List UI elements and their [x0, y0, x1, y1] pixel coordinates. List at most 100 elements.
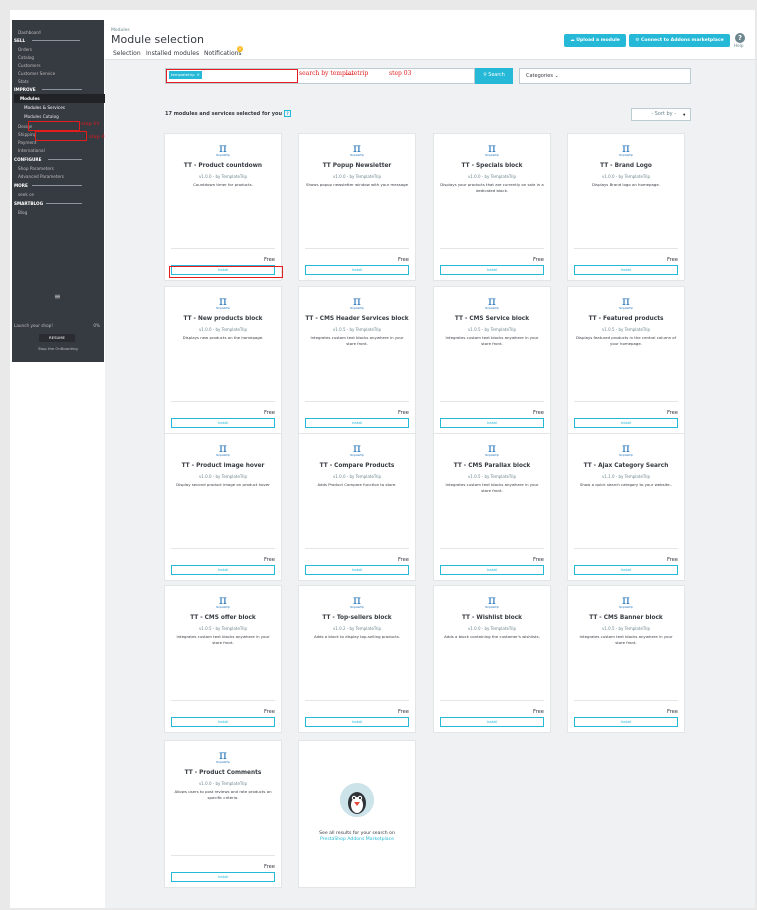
templatetrip-logo-text: TemplateTrip — [216, 154, 230, 157]
module-title[interactable]: TT - CMS Header Services block — [299, 316, 415, 322]
module-card[interactable]: π TemplateTrip TT - Wishlist block v1.0.0 -… — [433, 585, 551, 733]
module-card[interactable]: π TemplateTrip TT - Specials block v1.0.0 -… — [433, 133, 551, 281]
module-card[interactable]: π TemplateTrip TT - Product Comments v1.0.0… — [164, 740, 282, 888]
sidebar-item-customer-service[interactable]: Customer Service — [18, 70, 55, 77]
addons-text: See all results for your search on Prest… — [305, 831, 409, 843]
resume-button[interactable]: RESUME — [39, 334, 75, 342]
modules-count-label: 17 modules and services selected for you — [165, 111, 283, 117]
module-title[interactable]: TT - Featured products — [568, 316, 684, 322]
module-card[interactable]: π TemplateTrip TT - Compare Products v1.0.0… — [298, 433, 416, 581]
sidebar-item-blog[interactable]: Blog — [18, 209, 27, 216]
install-button[interactable]: Install — [574, 265, 678, 275]
module-card[interactable]: π TemplateTrip TT - Featured products v1.0.… — [567, 286, 685, 434]
stop-onboarding-link[interactable]: Stop the OnBoarding — [12, 346, 104, 351]
module-description: Integrates custom text blocks anywhere i… — [445, 335, 539, 346]
sidebar-item-shop-parameters[interactable]: Shop Parameters — [18, 165, 54, 172]
categories-select[interactable]: Categories ⌄ — [519, 68, 691, 84]
module-title[interactable]: TT - New products block — [165, 316, 281, 322]
help-label[interactable]: Help — [734, 43, 744, 48]
install-button[interactable]: Install — [440, 265, 544, 275]
install-button[interactable]: Install — [171, 717, 275, 727]
module-card[interactable]: π TemplateTrip TT - CMS Banner block v1.0.5… — [567, 585, 685, 733]
install-button[interactable]: Install — [305, 265, 409, 275]
module-card[interactable]: π TemplateTrip TT - CMS offer block v1.0.5 … — [164, 585, 282, 733]
install-button[interactable]: Install — [574, 565, 678, 575]
install-button[interactable]: Install — [440, 717, 544, 727]
module-title[interactable]: TT - Specials block — [434, 163, 550, 169]
sidebar-item-shipping[interactable]: Shipping — [18, 131, 36, 138]
module-title[interactable]: TT - CMS Parallax block — [434, 463, 550, 469]
module-card[interactable]: π TemplateTrip TT - CMS Parallax block v1.0… — [433, 433, 551, 581]
search-button[interactable]: ⚲ Search — [475, 68, 513, 84]
templatetrip-logo-icon: π — [219, 593, 227, 607]
module-title[interactable]: TT - Top-sellers block — [299, 615, 415, 621]
sidebar-item-payment[interactable]: Payment — [18, 139, 36, 146]
module-title[interactable]: TT - Product image hover — [165, 463, 281, 469]
install-button[interactable]: Install — [305, 565, 409, 575]
module-card[interactable]: π TemplateTrip TT - New products block v1.0… — [164, 286, 282, 434]
install-button[interactable]: Install — [171, 872, 275, 882]
module-description: Integrates custom text blocks anywhere i… — [445, 482, 539, 493]
install-button[interactable]: Install — [574, 418, 678, 428]
sidebar-item-seek[interactable]: seek ce — [18, 191, 34, 198]
module-version: v1.0.0 - by TemplateTrip — [198, 327, 248, 332]
sort-select[interactable]: - Sort by - ♦ — [631, 108, 691, 121]
templatetrip-logo-text: TemplateTrip — [485, 154, 499, 157]
install-button[interactable]: Install — [171, 565, 275, 575]
module-title[interactable]: TT - Brand Logo — [568, 163, 684, 169]
help-icon[interactable]: ? — [735, 33, 745, 43]
frame-top — [0, 0, 757, 10]
install-button[interactable]: Install — [574, 717, 678, 727]
module-title[interactable]: TT - Product countdown — [165, 163, 281, 169]
module-title[interactable]: TT - Wishlist block — [434, 615, 550, 621]
sidebar-item-catalog[interactable]: Catalog — [18, 54, 34, 61]
tab-installed-modules[interactable]: Installed modules — [146, 48, 199, 59]
sidebar-item-stats[interactable]: Stats — [18, 78, 29, 85]
module-title[interactable]: TT - CMS offer block — [165, 615, 281, 621]
sidebar-item-advanced-parameters[interactable]: Advanced Parameters — [18, 173, 64, 180]
templatetrip-logo-text: TemplateTrip — [216, 307, 230, 310]
sidebar-item-orders[interactable]: Orders — [18, 46, 32, 53]
sidebar-item-dashboard[interactable]: Dashboard — [18, 29, 41, 36]
module-title[interactable]: TT - Ajax Category Search — [568, 463, 684, 469]
module-title[interactable]: TT - Product Comments — [165, 770, 281, 776]
module-title[interactable]: TT Popup Newsletter — [299, 163, 415, 169]
module-title[interactable]: TT - Compare Products — [299, 463, 415, 469]
install-button[interactable]: Install — [440, 418, 544, 428]
install-button[interactable]: Install — [305, 418, 409, 428]
module-card[interactable]: π TemplateTrip TT - Ajax Category Search v1… — [567, 433, 685, 581]
module-card[interactable]: π TemplateTrip TT - CMS Service block v1.0.… — [433, 286, 551, 434]
sidebar-item-modules-services[interactable]: Modules & Services — [24, 104, 65, 111]
sidebar-item-international[interactable]: International — [18, 147, 45, 154]
connect-addons-button[interactable]: ⚙ Connect to Addons marketplace — [629, 34, 730, 47]
menu-collapse-icon[interactable]: ≡ — [54, 292, 61, 301]
module-card[interactable]: π TemplateTrip TT - Product image hover v1.… — [164, 433, 282, 581]
module-card[interactable]: π TemplateTrip TT - CMS Header Services bl… — [298, 286, 416, 434]
frame-left — [0, 0, 10, 910]
tab-notifications[interactable]: Notifications — [204, 48, 242, 59]
prestashop-puffin-logo — [340, 783, 374, 817]
install-button[interactable]: Install — [440, 565, 544, 575]
module-card[interactable]: π TemplateTrip TT - Brand Logo v1.0.0 - by … — [567, 133, 685, 281]
install-button[interactable]: Install — [171, 418, 275, 428]
info-icon[interactable]: ? — [284, 110, 292, 117]
sidebar-item-modules-catalog[interactable]: Modules Catalog — [24, 113, 59, 120]
addons-marketplace-card[interactable]: See all results for your search on Prest… — [298, 740, 416, 888]
module-description: Show a quick search category to your web… — [579, 482, 673, 487]
module-price: Free — [532, 557, 544, 563]
sidebar-item-customers[interactable]: Customers — [18, 62, 41, 69]
module-title[interactable]: TT - CMS Service block — [434, 316, 550, 322]
card-divider — [440, 548, 544, 549]
module-description: Allows users to post reviews and rate pr… — [174, 789, 272, 800]
module-card[interactable]: π TemplateTrip TT - Product countdown v1.0.… — [164, 133, 282, 281]
step01-label: step 01 — [81, 121, 100, 127]
addons-marketplace-link[interactable]: PrestaShop Addons Marketplace — [320, 837, 394, 842]
templatetrip-logo-icon: π — [219, 441, 227, 455]
install-button[interactable]: Install — [305, 717, 409, 727]
sidebar-item-modules[interactable]: Modules — [14, 94, 114, 103]
module-card[interactable]: π TemplateTrip TT Popup Newsletter v1.0.0 -… — [298, 133, 416, 281]
module-card[interactable]: π TemplateTrip TT - Top-sellers block v1.0.… — [298, 585, 416, 733]
module-title[interactable]: TT - CMS Banner block — [568, 615, 684, 621]
upload-module-button[interactable]: ☁ Upload a module — [564, 34, 626, 47]
templatetrip-logo-icon: π — [488, 441, 496, 455]
